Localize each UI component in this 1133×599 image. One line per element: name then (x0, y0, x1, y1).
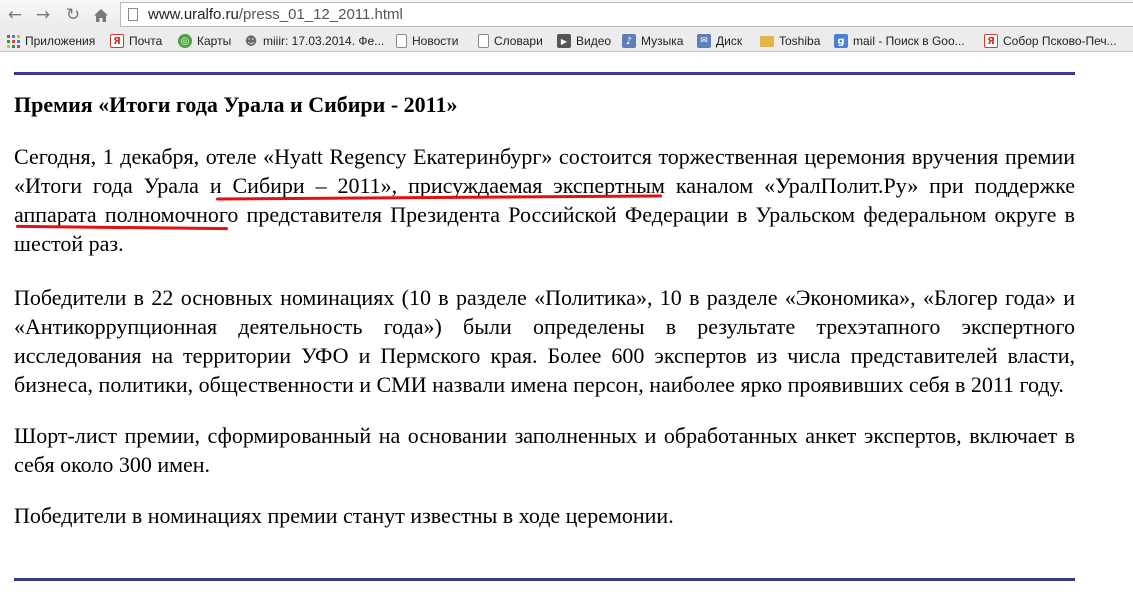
bookmark-label: Диск (716, 34, 743, 48)
play-icon: ▶ (557, 34, 571, 48)
bookmarks-bar: Приложения Я Почта ◎ Карты ☻ miiir: 17.03.2… (0, 30, 1133, 52)
article-paragraph-4: Победители в номинациях премии станут из… (14, 503, 674, 528)
article-paragraph-3: Шорт-лист премии, сформированный на осно… (14, 423, 1075, 477)
award-name-text: «Итоги года Урала и Сибири – 2011» (14, 173, 392, 198)
bookmark-google-search[interactable]: g mail - Поиск в Goo... (834, 33, 965, 49)
article-paragraph-1: Сегодня, 1 декабря, отеле «Hyatt Regency… (14, 142, 1075, 258)
article-paragraph-2: Победители в 22 основных номинациях (10 … (14, 285, 1075, 397)
google-icon: g (834, 34, 848, 48)
music-icon: ♪ (622, 34, 636, 48)
bookmark-toshiba[interactable]: Toshiba (760, 33, 820, 49)
bookmark-music[interactable]: ♪ Музыка (622, 33, 683, 49)
page-icon (128, 8, 138, 21)
bookmark-label: Карты (197, 34, 232, 48)
forward-arrow-icon[interactable]: → (32, 4, 54, 26)
home-icon[interactable] (90, 4, 112, 26)
mail-icon: ✉ (697, 34, 711, 48)
url-host: www.uralfo.ru (148, 6, 239, 23)
bookmark-label: Музыка (641, 34, 684, 48)
article-title: Премия «Итоги года Урала и Сибири - 2011… (14, 92, 458, 117)
folder-icon (760, 35, 774, 47)
url-text: www.uralfo.ru/press_01_12_2011.html (148, 3, 403, 26)
paragraph-text: Сегодня, 1 декабря, отеле «Hyatt Regency… (14, 144, 1075, 169)
browser-toolbar: ← → ↻ www.uralfo.ru/press_01_12_2011.htm… (0, 0, 1133, 30)
bookmark-video[interactable]: ▶ Видео (557, 33, 611, 49)
address-bar[interactable]: www.uralfo.ru/press_01_12_2011.html (120, 2, 1133, 27)
reload-icon[interactable]: ↻ (62, 4, 84, 26)
page-icon (396, 34, 407, 48)
bookmark-miiir[interactable]: ☻ miiir: 17.03.2014. Фе... (244, 33, 384, 49)
bottom-divider (14, 578, 1075, 581)
yandex-mail-icon: Я (110, 34, 124, 48)
bookmark-label: Собор Псково-Печ... (1003, 34, 1117, 48)
bookmark-dictionaries[interactable]: Словари (478, 33, 543, 49)
bookmark-apps[interactable]: Приложения (6, 33, 95, 49)
bookmark-label: Видео (576, 34, 612, 48)
channel-name-text: «УралПолит.Ру» (764, 173, 919, 198)
bookmark-disk[interactable]: ✉ Диск (697, 33, 742, 49)
maps-icon: ◎ (178, 34, 192, 48)
url-path: /press_01_12_2011.html (238, 6, 403, 23)
bookmark-label: miiir: 17.03.2014. Фе... (263, 34, 385, 48)
yandex-icon: Я (984, 34, 998, 48)
back-arrow-icon[interactable]: ← (4, 4, 26, 26)
bookmark-label: Словари (494, 34, 543, 48)
bookmark-label: Toshiba (779, 34, 821, 48)
bookmark-maps[interactable]: ◎ Карты (178, 33, 231, 49)
article: Премия «Итоги года Урала и Сибири - 2011… (14, 90, 1075, 530)
bookmark-label: Почта (129, 34, 163, 48)
user-icon: ☻ (244, 34, 258, 48)
bookmark-label: mail - Поиск в Goo... (853, 34, 965, 48)
top-divider (14, 72, 1075, 75)
bookmark-sobor[interactable]: Я Собор Псково-Печ... (984, 33, 1117, 49)
bookmark-news[interactable]: Новости (396, 33, 458, 49)
bookmark-label: Приложения (25, 34, 96, 48)
bookmark-mail[interactable]: Я Почта (110, 33, 162, 49)
page-icon (478, 34, 489, 48)
bookmark-label: Новости (412, 34, 459, 48)
apps-grid-icon (6, 34, 20, 48)
